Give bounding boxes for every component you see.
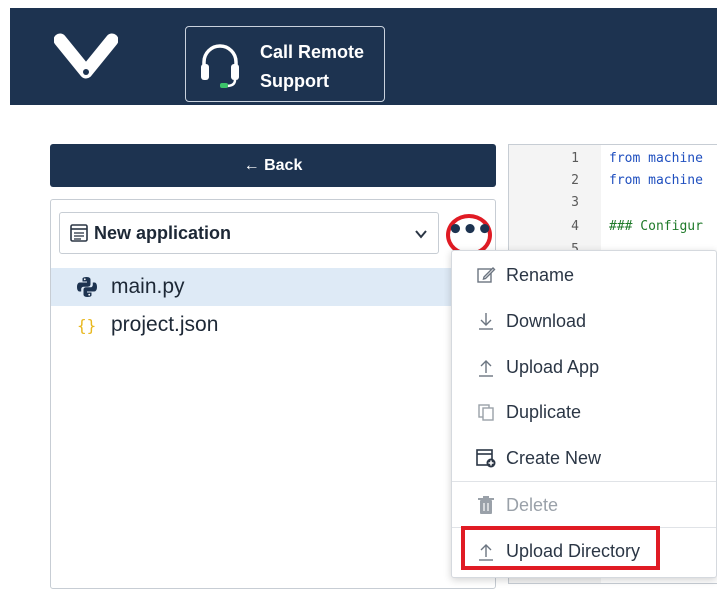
menu-item-label: Upload App [506, 356, 600, 377]
menu-item-create-new[interactable]: Create New [452, 435, 716, 481]
file-name: main.py [111, 275, 185, 298]
download-icon [479, 313, 493, 330]
headset-icon [201, 44, 239, 88]
python-icon [77, 277, 97, 297]
line-number: 3 [571, 194, 579, 210]
edit-icon [477, 267, 496, 283]
menu-item-download[interactable]: Download [452, 298, 716, 344]
line-number: 1 [571, 150, 579, 166]
top-bar: Call Remote Support [10, 8, 717, 105]
chevron-down-icon [415, 230, 427, 239]
menu-item-label: Download [506, 310, 587, 331]
application-list-icon [70, 224, 88, 242]
create-new-icon [476, 449, 496, 468]
support-label: Call Remote Support [260, 38, 380, 96]
code-line: 2 from machine [509, 169, 717, 191]
menu-item-delete[interactable]: Delete [452, 482, 716, 528]
line-number: 2 [571, 172, 579, 188]
menu-item-label: Duplicate [506, 401, 582, 422]
application-select[interactable]: New application [59, 212, 439, 254]
menu-item-duplicate[interactable]: Duplicate [452, 389, 716, 435]
menu-item-upload-app[interactable]: Upload App [452, 344, 716, 390]
upload-icon [479, 360, 493, 377]
support-label-line-2: Support [260, 71, 329, 91]
file-item-main-py[interactable]: main.py [51, 268, 451, 306]
trash-icon [478, 496, 494, 514]
json-braces-icon: {} [77, 316, 96, 335]
line-number: 4 [571, 218, 579, 234]
menu-item-rename[interactable]: Rename [452, 252, 716, 298]
code-line: 3 [509, 191, 717, 213]
file-panel: New application ••• main.py {} project.j… [50, 199, 496, 589]
menu-item-label: Rename [506, 264, 575, 285]
file-name: project.json [111, 313, 219, 336]
back-button[interactable]: ← Back [50, 144, 496, 187]
code-text: from machine [609, 150, 703, 166]
menu-item-label: Delete [506, 494, 559, 515]
svg-text:{}: {} [77, 316, 96, 335]
duplicate-icon [478, 404, 494, 421]
application-select-value: New application [94, 222, 232, 243]
upload-directory-highlight [461, 526, 660, 570]
logo-icon[interactable] [54, 30, 118, 82]
code-line: 1 from machine [509, 147, 717, 169]
menu-item-label: Create New [506, 447, 602, 468]
code-text: from machine [609, 172, 703, 188]
support-label-line-1: Call Remote [260, 42, 365, 62]
call-remote-support-button[interactable]: Call Remote Support [185, 26, 385, 102]
code-line: 4 ### Configur [509, 215, 717, 237]
code-text: ### Configur [609, 218, 703, 234]
more-dots-icon: ••• [447, 215, 493, 245]
file-item-project-json[interactable]: {} project.json [51, 306, 451, 344]
